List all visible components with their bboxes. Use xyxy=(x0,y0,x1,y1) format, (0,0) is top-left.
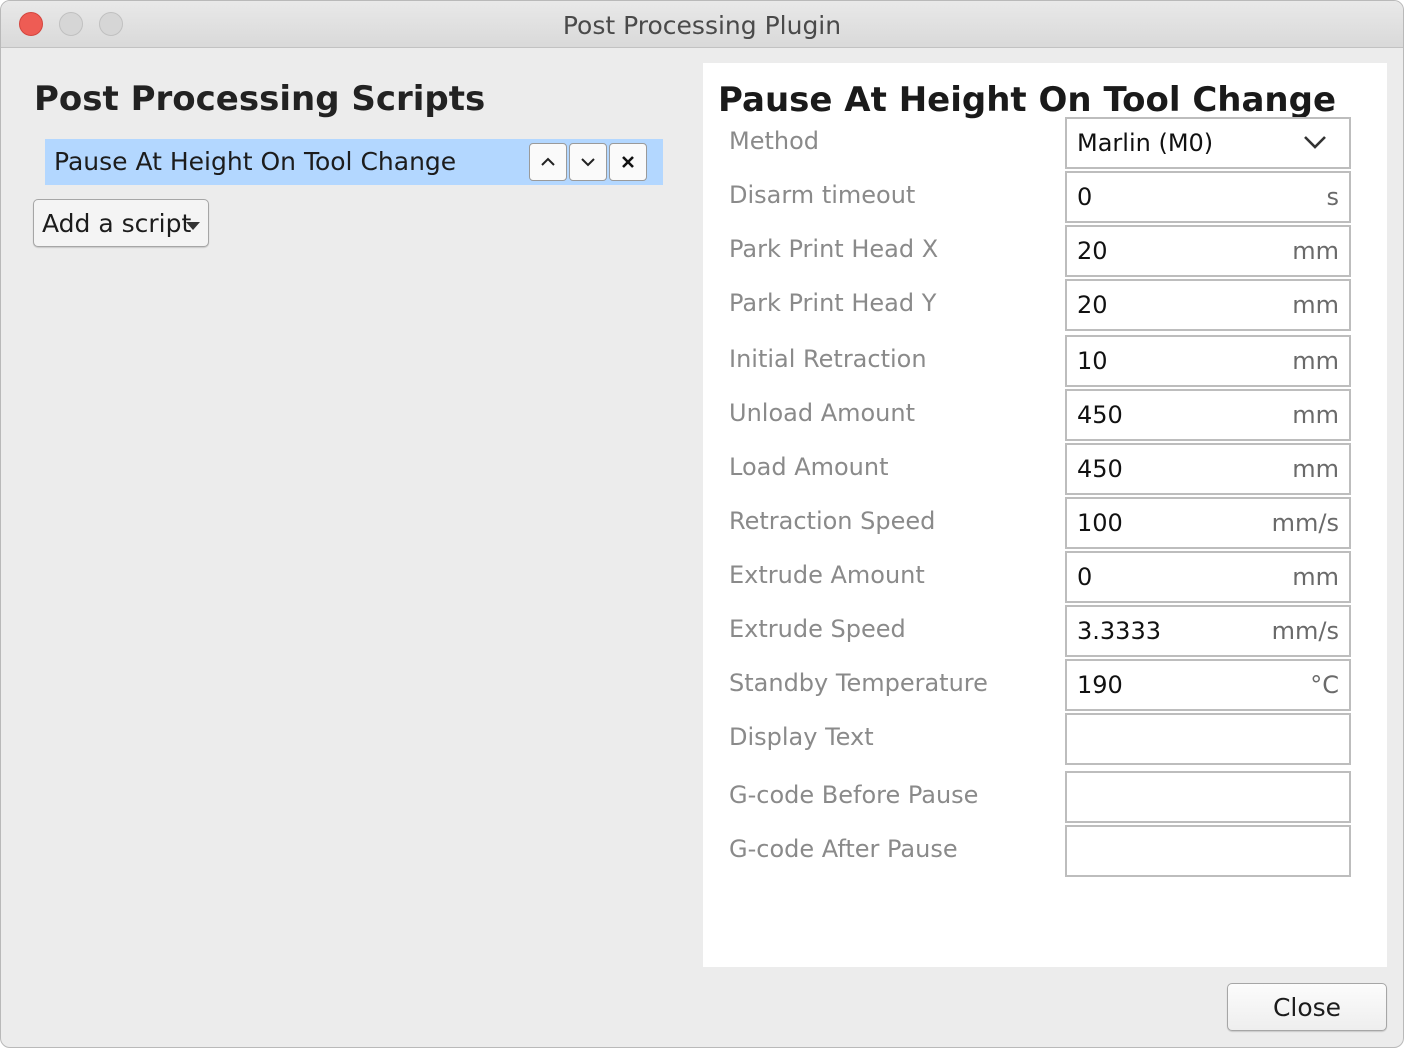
field-unit: mm/s xyxy=(1271,617,1339,645)
field-value: 450 xyxy=(1077,455,1123,483)
park-y-input[interactable]: 20 mm xyxy=(1065,279,1351,331)
setting-row-unload-amount: Unload Amount 450 mm xyxy=(703,389,1387,441)
chevron-down-icon xyxy=(1304,136,1326,149)
method-dropdown[interactable]: Marlin (M0) xyxy=(1065,117,1351,169)
dropdown-arrow-icon xyxy=(186,222,200,230)
setting-label: Disarm timeout xyxy=(729,181,916,209)
title-bar: Post Processing Plugin xyxy=(1,1,1403,48)
chevron-up-icon xyxy=(541,157,555,166)
setting-label: Standby Temperature xyxy=(729,669,988,697)
scripts-heading: Post Processing Scripts xyxy=(34,79,486,119)
field-unit: mm xyxy=(1292,563,1339,591)
close-button[interactable]: Close xyxy=(1227,983,1387,1031)
setting-label: Park Print Head X xyxy=(729,235,939,263)
setting-label: Extrude Amount xyxy=(729,561,925,589)
field-value: 20 xyxy=(1077,291,1108,319)
chevron-down-icon xyxy=(581,158,595,167)
script-item-label: Pause At Height On Tool Change xyxy=(54,147,457,176)
setting-row-display-text: Display Text xyxy=(703,713,1387,765)
setting-label: G-code Before Pause xyxy=(729,781,979,809)
setting-label: Display Text xyxy=(729,723,874,751)
field-value: 3.3333 xyxy=(1077,617,1161,645)
close-icon xyxy=(622,156,634,168)
setting-row-method: Method Marlin (M0) xyxy=(703,117,1387,169)
script-list-item[interactable]: Pause At Height On Tool Change xyxy=(45,139,663,185)
add-script-button[interactable]: Add a script xyxy=(33,199,209,247)
setting-label: Method xyxy=(729,127,820,155)
setting-label: G-code After Pause xyxy=(729,835,958,863)
setting-row-gcode-before-pause: G-code Before Pause xyxy=(703,771,1387,823)
field-unit: s xyxy=(1326,183,1339,211)
method-value: Marlin (M0) xyxy=(1077,129,1214,157)
field-unit: mm/s xyxy=(1271,509,1339,537)
field-unit: mm xyxy=(1292,401,1339,429)
setting-label: Retraction Speed xyxy=(729,507,936,535)
setting-row-retraction-speed: Retraction Speed 100 mm/s xyxy=(703,497,1387,549)
setting-label: Park Print Head Y xyxy=(729,289,937,317)
disarm-timeout-input[interactable]: 0 s xyxy=(1065,171,1351,223)
dialog-window: Post Processing Plugin Post Processing S… xyxy=(0,0,1404,1048)
setting-label: Load Amount xyxy=(729,453,889,481)
unload-amount-input[interactable]: 450 mm xyxy=(1065,389,1351,441)
setting-row-disarm-timeout: Disarm timeout 0 s xyxy=(703,171,1387,223)
field-unit: mm xyxy=(1292,347,1339,375)
extrude-amount-input[interactable]: 0 mm xyxy=(1065,551,1351,603)
remove-script-button[interactable] xyxy=(609,143,647,181)
script-settings-panel: Pause At Height On Tool Change Method Ma… xyxy=(703,63,1387,967)
gcode-after-pause-input[interactable] xyxy=(1065,825,1351,877)
field-unit: mm xyxy=(1292,455,1339,483)
setting-row-gcode-after-pause: G-code After Pause xyxy=(703,825,1387,877)
park-x-input[interactable]: 20 mm xyxy=(1065,225,1351,277)
field-value: 0 xyxy=(1077,183,1093,211)
retraction-speed-input[interactable]: 100 mm/s xyxy=(1065,497,1351,549)
field-value: 190 xyxy=(1077,671,1123,699)
setting-row-extrude-speed: Extrude Speed 3.3333 mm/s xyxy=(703,605,1387,657)
setting-label: Extrude Speed xyxy=(729,615,906,643)
setting-row-standby-temperature: Standby Temperature 190 °C xyxy=(703,659,1387,711)
initial-retraction-input[interactable]: 10 mm xyxy=(1065,335,1351,387)
settings-heading: Pause At Height On Tool Change xyxy=(718,80,1337,120)
move-down-button[interactable] xyxy=(569,143,607,181)
gcode-before-pause-input[interactable] xyxy=(1065,771,1351,823)
move-up-button[interactable] xyxy=(529,143,567,181)
setting-label: Initial Retraction xyxy=(729,345,927,373)
field-value: 450 xyxy=(1077,401,1123,429)
setting-row-extrude-amount: Extrude Amount 0 mm xyxy=(703,551,1387,603)
field-value: 10 xyxy=(1077,347,1108,375)
field-value: 100 xyxy=(1077,509,1123,537)
setting-label: Unload Amount xyxy=(729,399,916,427)
extrude-speed-input[interactable]: 3.3333 mm/s xyxy=(1065,605,1351,657)
field-unit: mm xyxy=(1292,291,1339,319)
field-value: 0 xyxy=(1077,563,1093,591)
load-amount-input[interactable]: 450 mm xyxy=(1065,443,1351,495)
setting-row-park-x: Park Print Head X 20 mm xyxy=(703,225,1387,277)
setting-row-load-amount: Load Amount 450 mm xyxy=(703,443,1387,495)
display-text-input[interactable] xyxy=(1065,713,1351,765)
window-title: Post Processing Plugin xyxy=(562,11,842,40)
field-value: 20 xyxy=(1077,237,1108,265)
field-unit: °C xyxy=(1310,671,1339,699)
standby-temperature-input[interactable]: 190 °C xyxy=(1065,659,1351,711)
setting-row-initial-retraction: Initial Retraction 10 mm xyxy=(703,335,1387,387)
setting-row-park-y: Park Print Head Y 20 mm xyxy=(703,279,1387,331)
field-unit: mm xyxy=(1292,237,1339,265)
add-script-label: Add a script xyxy=(42,209,192,238)
